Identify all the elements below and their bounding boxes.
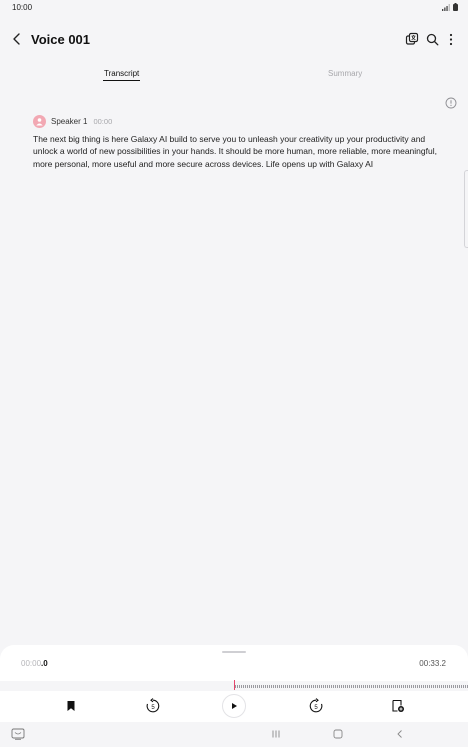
status-time: 10:00 [12,3,33,12]
back-nav-icon [397,730,402,738]
home-icon [333,729,343,739]
recent-apps-icon [272,730,280,738]
speaker-avatar[interactable] [33,114,46,128]
page-title: Voice 001 [31,32,91,47]
forward-button[interactable]: 5 [305,695,327,717]
navigation-bar [0,722,468,747]
status-indicators [442,3,458,11]
chevron-left-icon [13,33,20,45]
keyboard-switch-button[interactable] [10,727,26,741]
search-button[interactable] [423,30,441,48]
translate-button[interactable] [403,30,421,48]
forward-seconds: 5 [314,705,318,711]
rewind-button[interactable]: 5 [142,695,164,717]
rewind-seconds: 5 [151,705,155,711]
person-icon [36,117,43,125]
forward-5-icon: 5 [309,698,323,713]
search-icon [426,33,438,45]
current-time-fraction: .0 [41,659,48,668]
bookmark-button[interactable] [60,695,82,717]
add-note-button[interactable] [387,695,409,717]
tab-bar: Transcript Summary [0,66,468,86]
edge-panel-handle[interactable] [464,170,468,248]
play-button[interactable] [222,694,246,718]
keyboard-switch-icon [11,728,25,740]
home-button[interactable] [330,727,346,741]
bookmark-icon [67,701,75,711]
battery-icon [453,3,458,11]
back-button[interactable] [10,30,24,48]
status-bar: 10:00 [0,0,468,16]
rewind-5-icon: 5 [146,698,160,713]
info-button[interactable] [445,96,459,110]
back-nav-button[interactable] [392,727,408,741]
current-time-main: 00:00 [21,659,42,668]
tab-transcript[interactable]: Transcript [102,69,141,81]
speaker-row: Speaker 1 00:00 [33,113,112,129]
recent-apps-button[interactable] [268,727,284,741]
total-time: 00:33.2 [419,659,446,668]
waveform-scrubber[interactable] [0,680,468,691]
info-icon [445,97,457,109]
segment-timestamp: 00:00 [93,116,113,126]
playhead[interactable] [234,680,235,690]
speaker-name[interactable]: Speaker 1 [51,117,87,126]
app-bar: Voice 001 [0,26,468,52]
more-options-icon [449,33,453,45]
play-icon [232,703,237,709]
translate-icon [405,32,419,45]
tab-summary[interactable]: Summary [328,69,362,78]
drag-handle[interactable] [222,651,246,653]
add-note-icon [392,699,404,712]
waveform-track [235,685,468,688]
current-time: 00:00.0 [21,659,48,668]
more-options-button[interactable] [442,30,460,48]
signal-icon [442,3,450,11]
transcript-text: The next big thing is here Galaxy AI bui… [33,134,437,169]
